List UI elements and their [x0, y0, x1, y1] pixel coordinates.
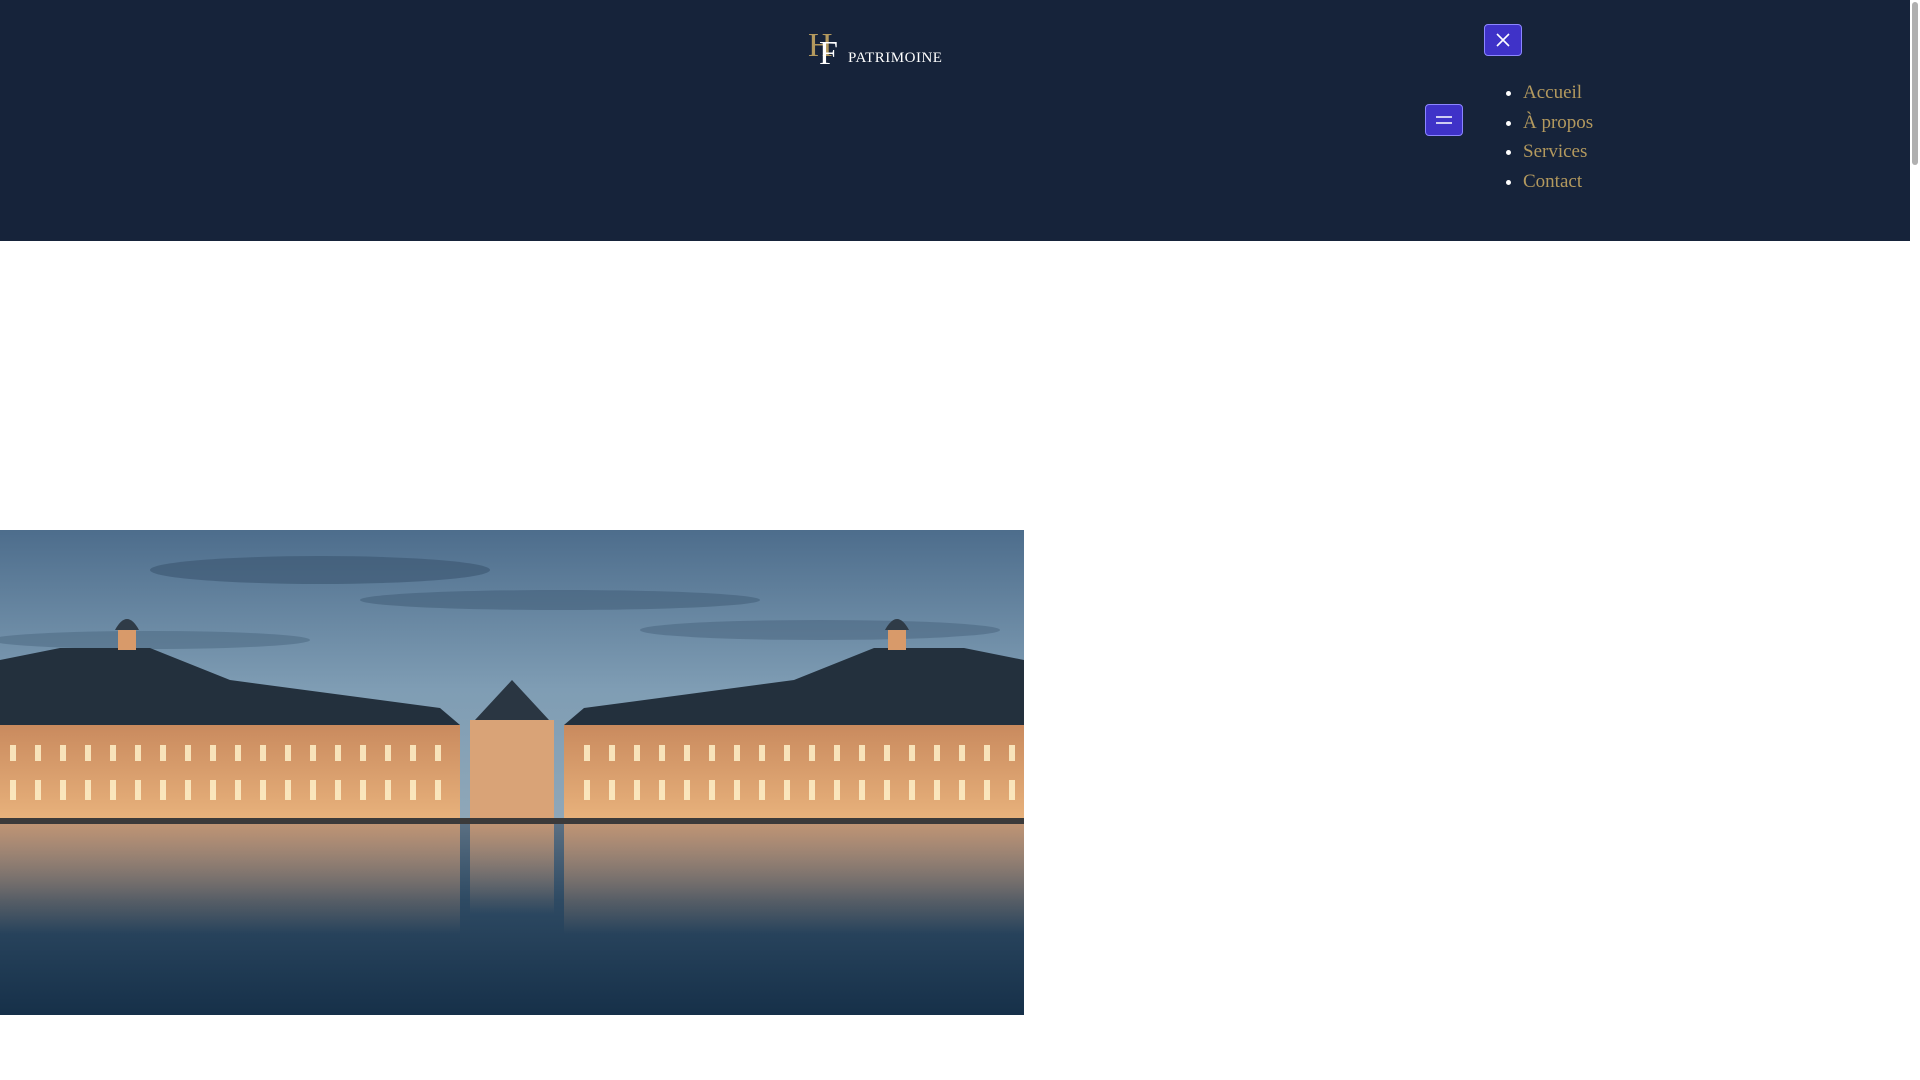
- hero-photo: [0, 530, 1024, 1015]
- logo-monogram-icon: H F: [808, 27, 838, 68]
- nav-item-services: Services: [1523, 137, 1593, 167]
- scrollbar-thumb[interactable]: [1912, 2, 1918, 165]
- logo[interactable]: H F PATRIMOINE: [808, 24, 944, 68]
- close-menu-button[interactable]: [1484, 24, 1522, 56]
- menu-toggle-button[interactable]: [1425, 104, 1463, 136]
- page-scrollbar[interactable]: [1910, 0, 1920, 1080]
- site-header: H F PATRIMOINE Accueil À propos Services…: [0, 0, 1910, 241]
- logo-wordmark: PATRIMOINE: [848, 50, 943, 66]
- svg-text:F: F: [819, 35, 838, 68]
- nav-item-accueil: Accueil: [1523, 78, 1593, 108]
- nav-item-contact: Contact: [1523, 167, 1593, 197]
- hero-image: [0, 530, 1024, 1015]
- main-nav: Accueil À propos Services Contact: [1483, 78, 1593, 196]
- nav-link-contact[interactable]: Contact: [1523, 171, 1582, 192]
- close-icon: [1496, 33, 1510, 47]
- nav-item-a-propos: À propos: [1523, 108, 1593, 138]
- nav-link-services[interactable]: Services: [1523, 141, 1587, 162]
- hamburger-icon: [1436, 116, 1452, 124]
- nav-link-accueil[interactable]: Accueil: [1523, 82, 1582, 103]
- nav-link-a-propos[interactable]: À propos: [1523, 112, 1593, 133]
